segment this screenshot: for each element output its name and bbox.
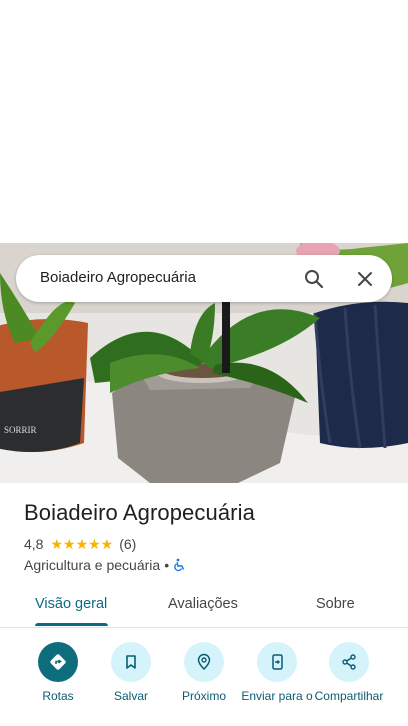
place-title: Boiadeiro Agropecuária	[24, 500, 255, 525]
share-button[interactable]: Compartilhar	[309, 640, 389, 703]
tab-about[interactable]: Sobre	[316, 596, 355, 612]
search-input[interactable]: Boiadeiro Agropecuária	[40, 269, 196, 286]
save-button[interactable]: Salvar	[91, 640, 171, 703]
tab-reviews[interactable]: Avaliações	[168, 596, 238, 612]
tab-overview[interactable]: Visão geral	[35, 596, 107, 612]
bookmark-icon	[111, 642, 151, 682]
rating-value: 4,8	[24, 536, 44, 552]
send-to-phone-button[interactable]: Enviar para o	[237, 640, 317, 703]
action-bar: Rotas Salvar Próximo Enviar para o Compa…	[0, 640, 408, 726]
directions-label: Rotas	[42, 689, 74, 703]
save-label: Salvar	[113, 689, 148, 703]
wheelchair-accessible-icon	[173, 558, 187, 572]
nearby-icon	[184, 642, 224, 682]
share-icon	[329, 642, 369, 682]
reviews-count[interactable]: (6)	[119, 536, 136, 552]
share-label: Compartilhar	[314, 689, 384, 703]
rating-stars: ★★★★★	[50, 536, 114, 552]
rating-row[interactable]: 4,8 ★★★★★ (6)	[24, 536, 136, 552]
directions-icon	[38, 642, 78, 682]
search-bar[interactable]: Boiadeiro Agropecuária	[16, 255, 392, 302]
place-category[interactable]: Agricultura e pecuária	[24, 557, 160, 573]
tab-bar: Visão geral Avaliações Sobre	[0, 585, 408, 628]
send-to-phone-label: Enviar para o	[241, 689, 313, 703]
nearby-label: Próximo	[181, 689, 226, 703]
search-icon[interactable]	[302, 267, 326, 291]
svg-text:SORRIR: SORRIR	[4, 425, 37, 435]
close-icon[interactable]	[353, 267, 377, 291]
nearby-button[interactable]: Próximo	[164, 640, 244, 703]
send-to-phone-icon	[257, 642, 297, 682]
active-tab-indicator	[35, 623, 108, 626]
category-row: Agricultura e pecuária •	[24, 557, 187, 573]
separator-dot: •	[164, 557, 170, 573]
directions-button[interactable]: Rotas	[18, 640, 98, 703]
